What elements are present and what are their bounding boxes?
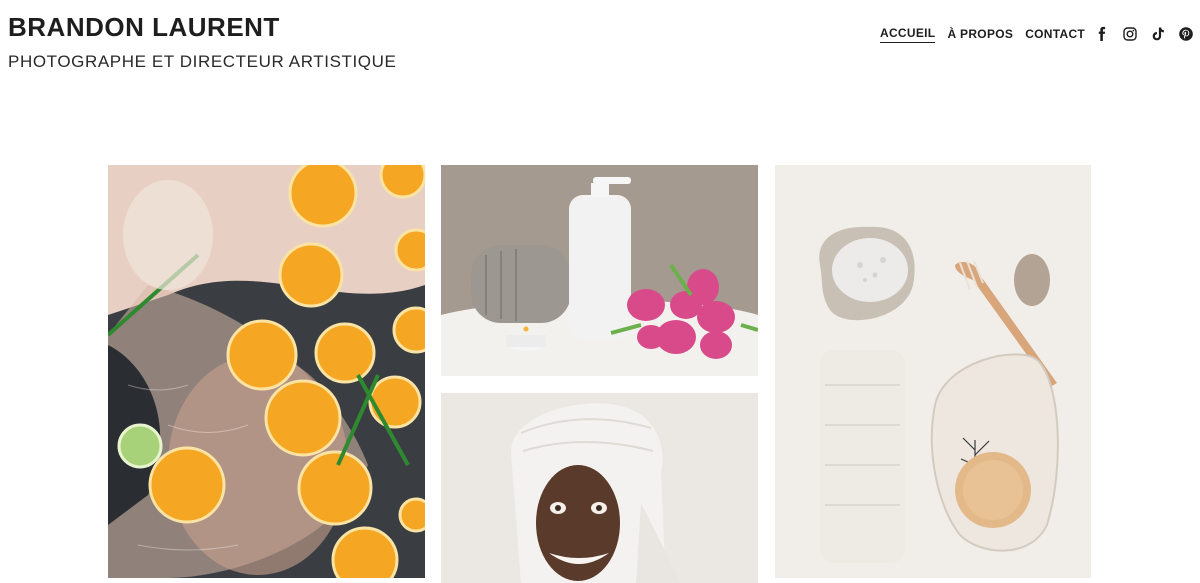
nav-accueil[interactable]: ACCUEIL (880, 26, 936, 43)
facebook-icon[interactable] (1094, 26, 1110, 42)
main-nav: ACCUEIL À PROPOS CONTACT (880, 26, 1097, 43)
tiktok-icon[interactable] (1150, 26, 1166, 42)
instagram-icon[interactable] (1122, 26, 1138, 42)
spa-flatlay-image (775, 165, 1091, 578)
nav-a-propos[interactable]: À PROPOS (947, 27, 1013, 43)
photo-citrus-bath[interactable] (108, 165, 425, 578)
pinterest-icon[interactable] (1178, 26, 1194, 42)
photo-spa-flatlay[interactable] (775, 165, 1091, 578)
citrus-bath-image (108, 165, 425, 578)
nav-contact[interactable]: CONTACT (1025, 27, 1085, 43)
social-links (1094, 26, 1194, 42)
site-subtitle: PHOTOGRAPHE ET DIRECTEUR ARTISTIQUE (8, 52, 397, 71)
photo-spa-towel-bottle[interactable] (441, 165, 758, 376)
face-mask-image (441, 393, 758, 583)
site-title[interactable]: BRANDON LAURENT (8, 12, 280, 43)
spa-towel-bottle-image (441, 165, 758, 376)
photo-face-mask[interactable] (441, 393, 758, 583)
